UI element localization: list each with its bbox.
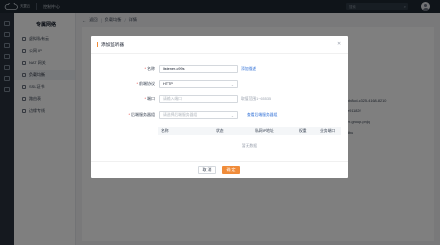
column-header: 名称 xyxy=(161,129,169,133)
port-label: *端口 xyxy=(95,96,155,102)
backend-group-select[interactable]: 请选择后端服务器组 ⌄ xyxy=(159,111,238,119)
dialog-title: 添加监听器 xyxy=(101,42,124,47)
port-label-text: 端口 xyxy=(147,96,155,101)
column-header: 状态 xyxy=(216,129,224,133)
name-label-text: 名称 xyxy=(147,66,155,71)
confirm-button[interactable]: 确 定 xyxy=(222,166,240,174)
required-mark: * xyxy=(144,96,146,101)
port-input-placeholder: 请输入端口 xyxy=(163,96,182,101)
name-input[interactable]: listener-c99s xyxy=(159,65,238,73)
view-backend-groups-link[interactable]: 查看后端服务器组 xyxy=(247,112,277,118)
port-range-hint: 取值范围1~65535 xyxy=(241,97,272,101)
add-listener-dialog: 添加监听器 ✕ *名称 listener-c99s 添加描述 *前端协议 HTT… xyxy=(91,36,348,178)
add-description-link[interactable]: 添加描述 xyxy=(241,66,256,72)
column-header: 权重 xyxy=(299,129,307,133)
protocol-select[interactable]: HTTP ⌄ xyxy=(159,80,238,88)
close-icon[interactable]: ✕ xyxy=(337,41,341,47)
table-header: 名称 状态 私网IP地址 权重 业务端口 xyxy=(158,127,341,135)
name-input-value: listener-c99s xyxy=(163,67,185,71)
dialog-header: 添加监听器 ✕ xyxy=(91,36,348,53)
title-accent-bar xyxy=(97,42,99,47)
chevron-down-icon: ⌄ xyxy=(230,83,234,87)
backend-group-label: *后端服务器组 xyxy=(95,112,155,118)
protocol-label: *前端协议 xyxy=(95,81,155,87)
column-header: 业务端口 xyxy=(320,129,336,133)
name-label: *名称 xyxy=(95,66,155,72)
cancel-button[interactable]: 取 消 xyxy=(198,166,216,174)
backend-group-label-text: 后端服务器组 xyxy=(131,112,155,117)
port-input[interactable]: 请输入端口 xyxy=(159,95,238,103)
required-mark: * xyxy=(136,81,138,86)
chevron-down-icon: ⌄ xyxy=(230,114,234,118)
footer-divider xyxy=(91,161,348,162)
required-mark: * xyxy=(144,66,146,71)
required-mark: * xyxy=(128,112,130,117)
column-header: 私网IP地址 xyxy=(255,129,274,133)
empty-state: 暂无数据 xyxy=(241,144,258,148)
header-divider xyxy=(91,53,348,54)
backend-group-placeholder: 请选择后端服务器组 xyxy=(163,112,198,117)
backend-servers-table: 名称 状态 私网IP地址 权重 业务端口 暂无数据 xyxy=(158,127,341,155)
protocol-select-value: HTTP xyxy=(163,82,173,86)
protocol-label-text: 前端协议 xyxy=(139,81,155,86)
